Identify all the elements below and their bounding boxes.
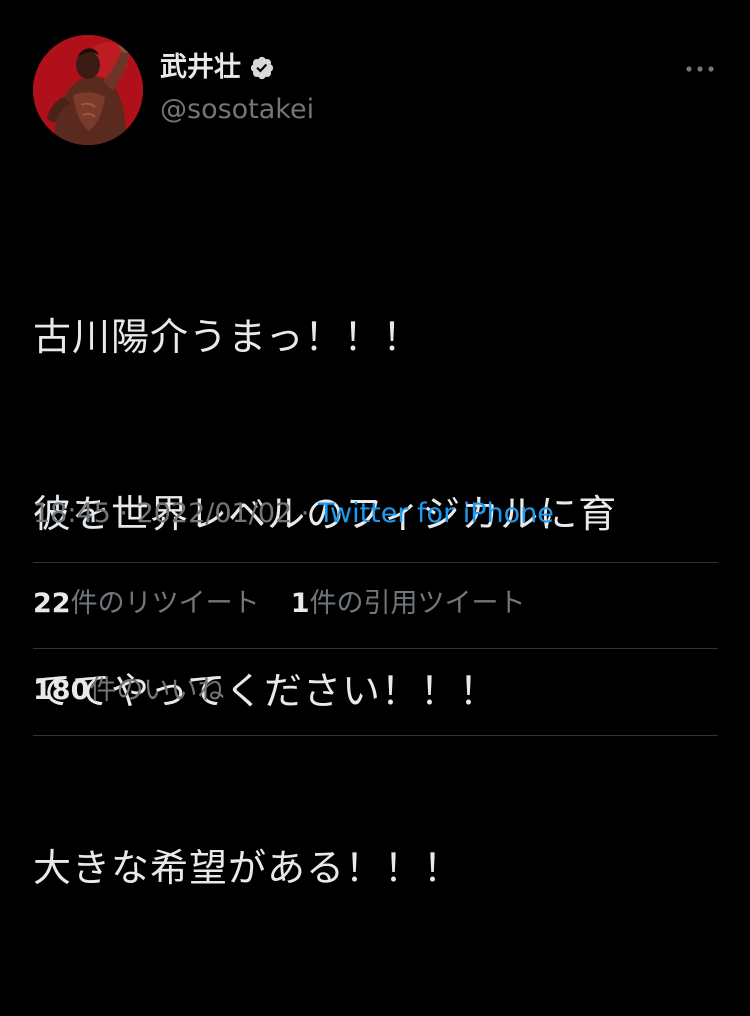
meta-separator: · — [300, 498, 318, 529]
retweets-label: 件のリツイート — [70, 588, 260, 619]
quotes-stat[interactable]: 1件の引用ツイート — [291, 588, 526, 619]
divider — [33, 648, 718, 649]
tweet-detail: 武井壮 @sosotakei 古川陽介うまっ！！！ 彼を世界レベルのフィジカルに… — [0, 0, 750, 890]
tweet-date[interactable]: 2022/01/02 — [137, 498, 293, 529]
retweets-stat[interactable]: 22件のリツイート — [33, 588, 260, 619]
likes-count: 180 — [33, 675, 90, 706]
likes-stats-row: 180件のいいね — [33, 672, 224, 710]
author-display-name[interactable]: 武井壮 — [160, 50, 241, 86]
retweets-count: 22 — [33, 588, 71, 619]
more-options-icon[interactable] — [684, 60, 716, 78]
tweet-text-line: 大きな希望がある！！！ — [33, 846, 463, 890]
likes-stat[interactable]: 180件のいいね — [33, 675, 224, 706]
quotes-label: 件の引用ツイート — [309, 588, 526, 619]
tweet-text-line: 古川陽介うまっ！！！ — [33, 315, 422, 359]
author-name-row: 武井壮 — [160, 50, 275, 86]
tweet-time[interactable]: 18:45 — [33, 498, 111, 529]
divider — [33, 562, 718, 563]
verified-badge-icon — [249, 55, 275, 81]
tweet-metadata: 18:45 · 2022/01/02 · Twitter for iPhone — [33, 495, 554, 533]
quotes-count: 1 — [290, 588, 310, 619]
avatar-image — [33, 35, 143, 145]
likes-label: 件のいいね — [89, 675, 225, 706]
engagement-stats-row: 22件のリツイート 1件の引用ツイート — [33, 585, 526, 623]
meta-separator: · — [119, 498, 137, 529]
author-avatar[interactable] — [33, 35, 143, 145]
tweet-source-link[interactable]: Twitter for iPhone — [318, 498, 554, 529]
divider — [33, 735, 718, 736]
author-handle[interactable]: @sosotakei — [160, 92, 314, 128]
